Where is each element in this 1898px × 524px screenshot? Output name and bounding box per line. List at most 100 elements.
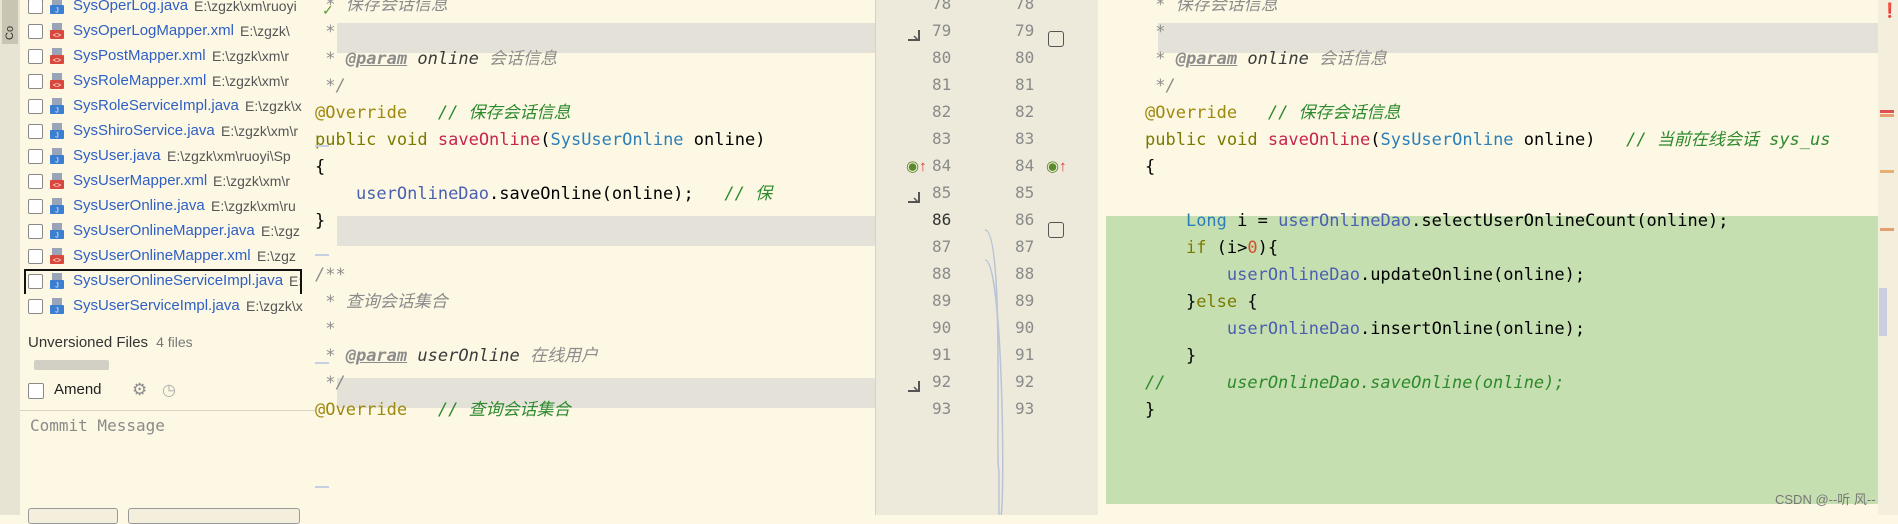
file-name: SysPostMapper.xml — [73, 47, 206, 64]
code-line[interactable]: userOnlineDao.insertOnline(online); — [1145, 313, 1585, 345]
file-path: E:\zgzk\xm\r — [212, 48, 290, 64]
scroll-thumb[interactable] — [1879, 288, 1887, 336]
right-line-number: 88 — [1015, 264, 1035, 283]
svg-text:J: J — [55, 208, 59, 215]
revert-arrow-icon[interactable] — [906, 28, 922, 48]
gear-icon[interactable]: ⚙ — [132, 380, 147, 400]
error-stripe — [1880, 110, 1894, 113]
left-line-number: 80 — [932, 48, 952, 67]
changed-file-row[interactable]: J SysUserServiceImpl.java E:\zgzk\x — [20, 294, 315, 319]
changed-file-row[interactable]: <> SysUserOnlineMapper.xml E:\zgz — [20, 244, 315, 269]
right-line-number: 81 — [1015, 75, 1035, 94]
commit-tool-tab[interactable]: Co — [2, 0, 18, 44]
check-icon: ✓ — [322, 2, 334, 18]
file-checkbox[interactable] — [28, 99, 43, 114]
code-line[interactable]: public void saveOnline(SysUserOnline onl… — [315, 124, 765, 156]
changed-file-row[interactable]: <> SysRoleMapper.xml E:\zgzk\xm\r — [20, 69, 315, 94]
file-path: E:\zgzk\xm\r — [213, 173, 291, 189]
revert-arrow-icon[interactable] — [906, 190, 922, 210]
file-checkbox[interactable] — [28, 0, 43, 14]
left-line-number: 83 — [932, 129, 952, 148]
code-line[interactable]: } — [1145, 394, 1155, 426]
code-line[interactable]: * @param userOnline 在线用户 — [315, 340, 598, 372]
diff-left-pane[interactable]: * 保存会话信息 * * @param online 会话信息 */@Overr… — [315, 0, 875, 515]
unversioned-files-node[interactable]: Unversioned Files 4 files — [28, 334, 193, 351]
file-checkbox[interactable] — [28, 49, 43, 64]
left-line-number: 91 — [932, 345, 952, 364]
left-line-number: 81 — [932, 75, 952, 94]
file-checkbox[interactable] — [28, 74, 43, 89]
java-class-icon: J — [50, 98, 64, 115]
file-checkbox[interactable] — [28, 249, 43, 264]
left-line-number: 92 — [932, 372, 952, 391]
file-checkbox[interactable] — [28, 174, 43, 189]
changed-file-row[interactable]: <> SysPostMapper.xml E:\zgzk\xm\r — [20, 44, 315, 69]
code-line[interactable]: // userOnlineDao.saveOnline(online); — [1145, 367, 1565, 399]
right-line-number: 91 — [1015, 345, 1035, 364]
file-checkbox[interactable] — [28, 299, 43, 314]
amend-label[interactable]: Amend — [54, 381, 102, 398]
code-line[interactable]: * @param online 会话信息 — [1145, 43, 1387, 75]
java-class-icon: J — [50, 148, 64, 165]
changed-file-row[interactable]: <> SysOperLogMapper.xml E:\zgzk\ — [20, 19, 315, 44]
file-name: SysShiroService.java — [73, 122, 215, 139]
file-checkbox[interactable] — [28, 224, 43, 239]
svg-text:<>: <> — [53, 183, 61, 190]
code-line[interactable]: userOnlineDao.saveOnline(online); // 保 — [315, 178, 772, 210]
commit-message-input[interactable]: Commit Message — [30, 416, 165, 435]
changed-file-row[interactable]: J SysUserOnline.java E:\zgzk\xm\ru — [20, 194, 315, 219]
file-name: SysRoleMapper.xml — [73, 72, 207, 89]
tool-window-strip: Co — [0, 0, 21, 515]
svg-text:J: J — [55, 308, 59, 315]
include-change-checkbox[interactable] — [1048, 31, 1064, 47]
file-name: SysUser.java — [73, 147, 161, 164]
file-path: E:\zgzk\xm\r — [221, 123, 299, 139]
implements-marker-icon[interactable]: ◉↑ — [1046, 157, 1067, 175]
xml-icon: <> — [50, 23, 64, 40]
left-line-number: 87 — [932, 237, 952, 256]
diff-right-pane[interactable]: * 保存会话信息 * * @param online 会话信息 */@Overr… — [1098, 0, 1878, 515]
left-line-gutter — [875, 0, 986, 515]
diff-connector-line — [985, 259, 1004, 515]
code-line[interactable]: * @param online 会话信息 — [315, 43, 557, 75]
commit-button[interactable] — [28, 508, 118, 524]
file-checkbox[interactable] — [28, 124, 43, 139]
file-checkbox[interactable] — [28, 149, 43, 164]
right-line-number: 79 — [1015, 21, 1035, 40]
right-line-number: 80 — [1015, 48, 1035, 67]
file-name: SysOperLog.java — [73, 0, 189, 14]
left-line-number: 86 — [932, 210, 952, 229]
changed-file-row[interactable]: J SysOperLog.java E:\zgzk\xm\ruoyi — [20, 0, 315, 19]
change-marker — [315, 362, 329, 364]
file-list-scrollbar[interactable] — [34, 360, 109, 370]
left-line-number: 89 — [932, 291, 952, 310]
right-line-number: 84 — [1015, 156, 1035, 175]
changed-file-row[interactable]: J SysRoleServiceImpl.java E:\zgzk\x — [20, 94, 315, 119]
code-line[interactable]: @Override // 查询会话集合 — [315, 394, 571, 426]
changed-file-row[interactable]: J SysUser.java E:\zgzk\xm\ruoyi\Sp — [20, 144, 315, 169]
changed-file-row[interactable]: J SysShiroService.java E:\zgzk\xm\r — [20, 119, 315, 144]
svg-text:<>: <> — [53, 258, 61, 265]
code-line[interactable]: public void saveOnline(SysUserOnline onl… — [1145, 124, 1831, 156]
changed-file-row[interactable]: <> SysUserMapper.xml E:\zgzk\xm\r — [20, 169, 315, 194]
file-checkbox[interactable] — [28, 24, 43, 39]
left-line-number: 93 — [932, 399, 952, 418]
file-path: E:\zgzk\xm\ruoyi\Sp — [167, 148, 291, 164]
commit-and-push-button[interactable] — [128, 508, 300, 524]
amend-checkbox[interactable] — [28, 383, 44, 399]
revert-arrow-icon[interactable] — [906, 379, 922, 399]
svg-text:J: J — [55, 233, 59, 240]
include-change-checkbox[interactable] — [1048, 222, 1064, 238]
code-line[interactable]: { — [1145, 151, 1155, 183]
xml-icon: <> — [50, 48, 64, 65]
editor-scrollbar[interactable]: ❗ — [1878, 0, 1898, 515]
right-line-number: 82 — [1015, 102, 1035, 121]
file-checkbox[interactable] — [28, 199, 43, 214]
history-icon[interactable]: ◷ — [162, 380, 176, 400]
changed-file-row[interactable]: J SysUserOnlineMapper.java E:\zgz — [20, 219, 315, 244]
file-path: E:\zgz — [257, 248, 296, 264]
changed-file-row[interactable]: J SysUserOnlineServiceImpl.java E: — [20, 269, 315, 294]
implements-marker-icon[interactable]: ◉↑ — [906, 157, 927, 175]
right-line-number: 86 — [1015, 210, 1035, 229]
java-class-icon: J — [50, 223, 64, 240]
